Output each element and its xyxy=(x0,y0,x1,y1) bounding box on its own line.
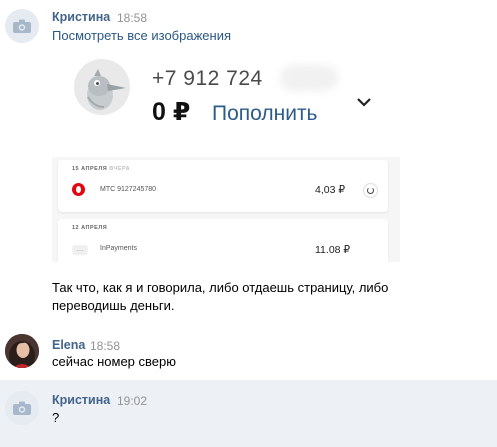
message-2: Elena 18:58 сейчас номер сверю xyxy=(0,330,497,380)
payment-card: 12 АПРЕЛЯ ... InPayments 11.08 ₽ xyxy=(58,219,388,262)
avatar[interactable] xyxy=(5,334,39,368)
mts-logo-icon xyxy=(72,183,85,196)
payment-date: 15 АПРЕЛЯ xyxy=(72,166,108,172)
balance: 0 ₽ xyxy=(152,98,191,126)
message-time[interactable]: 19:02 xyxy=(117,394,147,408)
image-attachment[interactable]: +7 912 724 0 ₽ Пополнить 15 АПРЕЛЯ ВЧЕРА… xyxy=(52,47,400,262)
payment-amount: 11.08 ₽ xyxy=(315,244,351,256)
message-time[interactable]: 18:58 xyxy=(117,11,147,25)
author-name[interactable]: Elena xyxy=(52,338,85,352)
merchant-logo-icon: ... xyxy=(72,245,88,255)
avatar[interactable] xyxy=(5,391,39,425)
topup-button: Пополнить xyxy=(212,102,318,125)
message-text: Так что, как я и говорила, либо отдаешь … xyxy=(52,280,389,313)
message-1: Кристина 18:58 Посмотреть все изображени… xyxy=(0,0,497,330)
payment-card: 15 АПРЕЛЯ ВЧЕРА МТС 9127245780 4,03 ₽ xyxy=(58,160,388,212)
avatar[interactable] xyxy=(5,9,39,43)
payment-amount: 4,03 ₽ xyxy=(315,184,346,196)
payment-date: 12 АПРЕЛЯ xyxy=(72,225,108,231)
message-3: Кристина 19:02 ? xyxy=(0,380,497,447)
camera-icon xyxy=(13,19,31,33)
payment-name: InPayments xyxy=(100,245,137,252)
payments-list: 15 АПРЕЛЯ ВЧЕРА МТС 9127245780 4,03 ₽ 12… xyxy=(52,157,400,262)
message-text: ? xyxy=(52,410,60,425)
phone-number: +7 912 724 xyxy=(152,67,263,90)
avatar xyxy=(74,59,130,115)
message-text: сейчас номер сверю xyxy=(52,354,176,369)
message-time[interactable]: 18:58 xyxy=(90,339,120,353)
repeat-icon xyxy=(363,183,378,198)
payment-date-sub: ВЧЕРА xyxy=(109,166,131,172)
author-name[interactable]: Кристина xyxy=(52,10,110,24)
author-name[interactable]: Кристина xyxy=(52,393,110,407)
view-all-images-link[interactable]: Посмотреть все изображения xyxy=(52,28,231,43)
payment-name: МТС 9127245780 xyxy=(100,186,157,193)
chevron-down-icon xyxy=(356,95,372,110)
camera-icon xyxy=(13,401,31,415)
